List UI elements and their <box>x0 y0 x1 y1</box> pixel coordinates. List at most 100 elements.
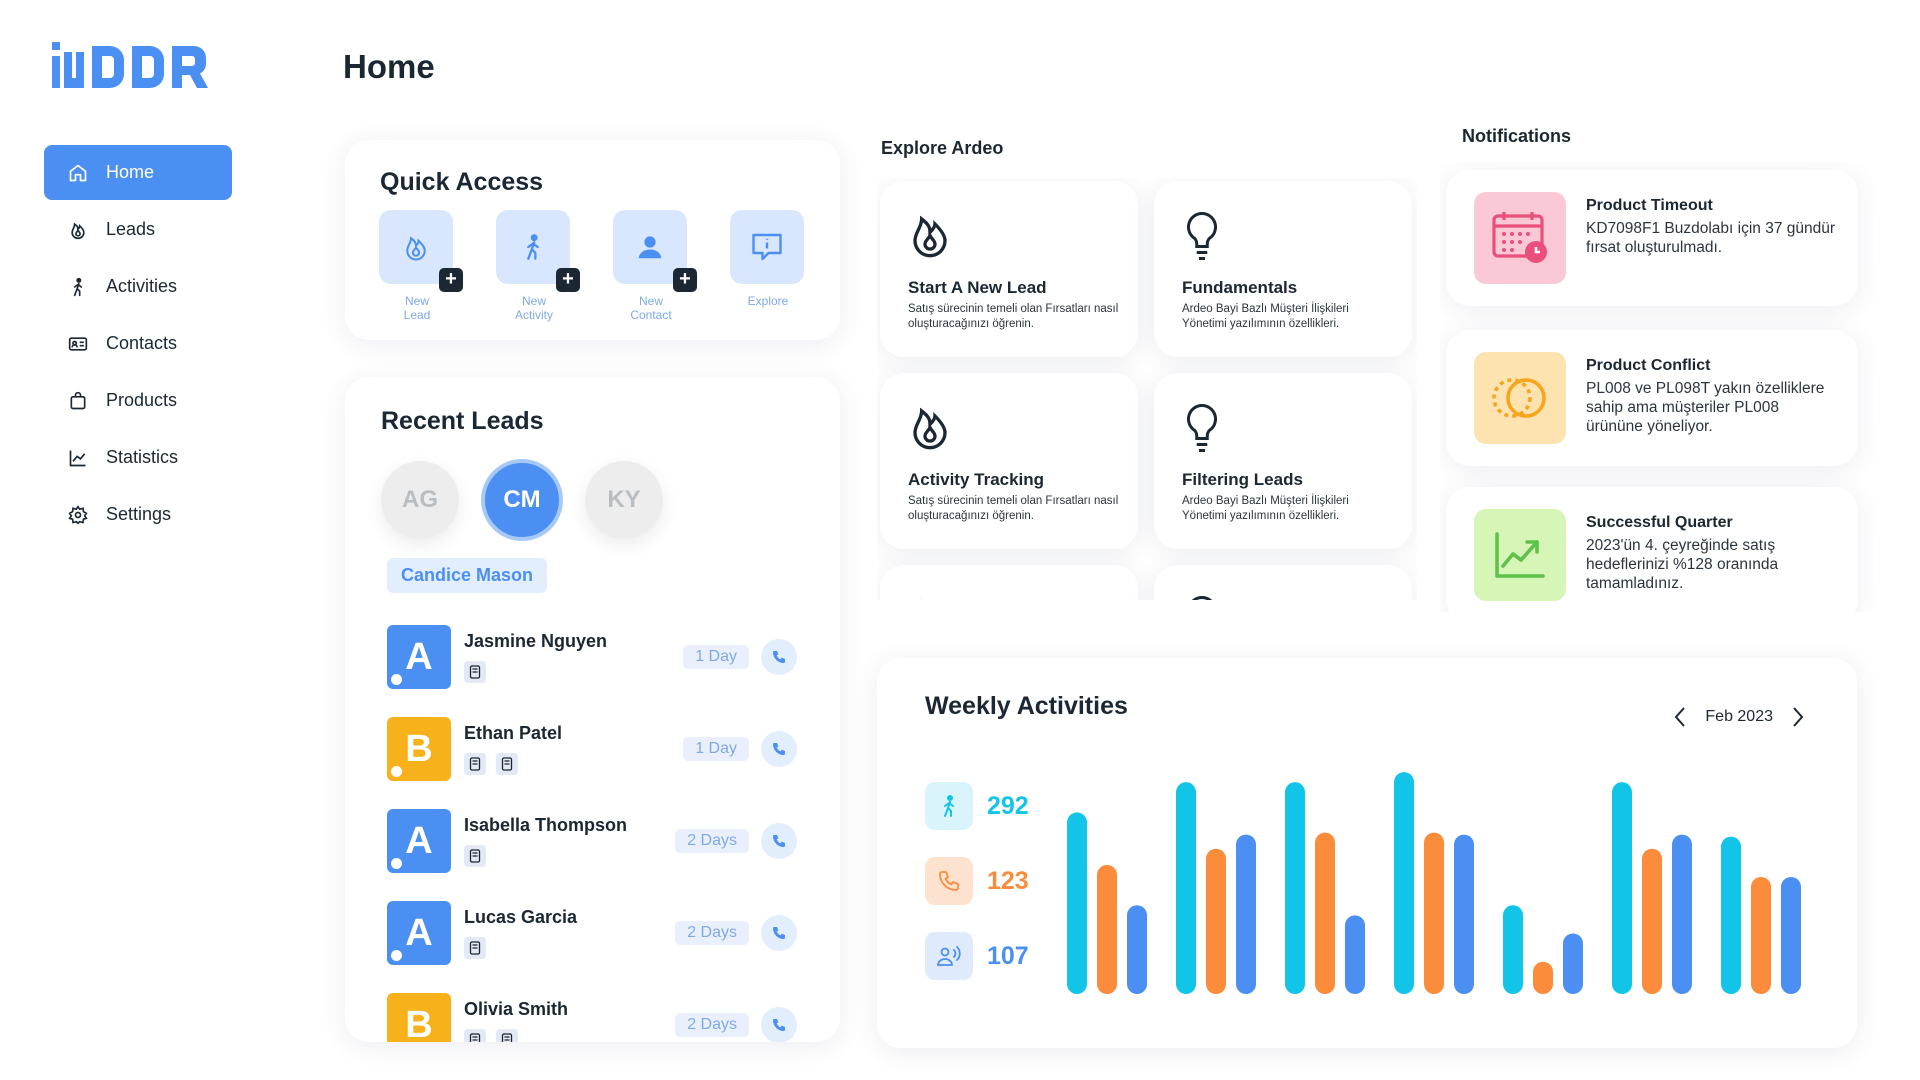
chevron-left-icon[interactable] <box>1673 706 1687 728</box>
lead-initial-badge: A <box>387 901 451 965</box>
contact-card-icon <box>68 336 88 351</box>
document-icon <box>464 753 486 775</box>
lightbulb-icon <box>1187 403 1217 452</box>
stat-meetings: 107 <box>925 932 1029 980</box>
lead-initial-badge: B <box>387 993 451 1042</box>
lead-name: Olivia Smith <box>464 999 569 1019</box>
notification-icon-tile <box>1474 509 1566 601</box>
lead-days-badge: 2 Days <box>675 1013 749 1037</box>
chart-bar <box>1612 782 1632 994</box>
stat-activities: 292 <box>925 782 1029 830</box>
chart-bar <box>1127 905 1147 994</box>
explore-card-title: Activity Tracking <box>908 470 1045 489</box>
sidebar-item-settings[interactable]: Settings <box>44 487 232 542</box>
explore-button[interactable]: Explore <box>730 210 806 308</box>
chart-bar <box>1642 848 1662 994</box>
stat-value: 107 <box>987 941 1029 970</box>
qa-label-line2: Lead <box>403 308 431 322</box>
sidebar-item-statistics[interactable]: Statistics <box>44 430 232 485</box>
lightbulb-icon <box>1191 595 1213 600</box>
document-icon <box>464 661 486 683</box>
stat-value: 292 <box>987 791 1029 820</box>
notification-item[interactable]: Product Timeout KD7098F1 Buzdolabı için … <box>1446 170 1858 306</box>
sidebar-item-contacts[interactable]: Contacts <box>44 316 232 371</box>
call-button[interactable] <box>761 823 797 859</box>
lead-name: Lucas Garcia <box>464 907 578 927</box>
new-lead-button[interactable]: + New Lead <box>379 210 463 322</box>
quick-access-title: Quick Access <box>380 168 544 196</box>
stat-value: 123 <box>987 866 1029 895</box>
chevron-right-icon[interactable] <box>1791 706 1805 728</box>
chart-bar <box>1533 961 1553 994</box>
explore-card-title: Filtering Leads <box>1182 470 1303 489</box>
lead-row[interactable]: A Isabella Thompson 2 Days <box>387 809 797 875</box>
lead-initial-badge: B <box>387 717 451 781</box>
check-icon <box>391 950 402 961</box>
lead-row[interactable]: B Ethan Patel 1 Day <box>387 717 797 783</box>
explore-grid: Start A New Lead Satış sürecinin temeli … <box>877 178 1417 600</box>
sidebar-item-home[interactable]: Home <box>44 145 232 200</box>
sidebar-item-activities[interactable]: Activities <box>44 259 232 314</box>
document-icon <box>496 753 518 775</box>
new-activity-button[interactable]: + New Activity <box>496 210 580 322</box>
lead-name: Jasmine Nguyen <box>464 631 608 651</box>
info-bubble-icon <box>752 233 782 261</box>
calendar-clock-icon <box>1492 212 1547 263</box>
qa-label-line2: Activity <box>514 308 553 322</box>
call-button[interactable] <box>761 1007 797 1042</box>
phone-icon <box>773 835 785 847</box>
chart-bar <box>1751 876 1771 994</box>
sidebar-item-leads[interactable]: Leads <box>44 202 232 257</box>
document-icon <box>464 845 486 867</box>
chart-line-icon <box>69 450 86 466</box>
explore-card-desc: Satış sürecinin temeli olan Fırsatları n… <box>908 495 1119 522</box>
chart-bar <box>1315 832 1335 994</box>
call-button[interactable] <box>761 731 797 767</box>
explore-card[interactable]: Activity Tracking Satış sürecinin temeli… <box>880 373 1138 549</box>
lead-initial: B <box>405 1003 433 1043</box>
page-title: Home <box>343 48 435 85</box>
qa-label-line2: Contact <box>630 308 672 322</box>
recent-leads-title: Recent Leads <box>381 407 544 435</box>
sidebar-item-products[interactable]: Products <box>44 373 232 428</box>
gear-icon <box>68 504 88 525</box>
explore-card[interactable]: Start A New Lead Satış sürecinin temeli … <box>880 181 1138 357</box>
bag-icon <box>70 391 86 409</box>
explore-card[interactable]: Fundamentals Ardeo Bayi Bazlı Müşteri İl… <box>1154 181 1412 357</box>
call-button[interactable] <box>761 639 797 675</box>
lead-row[interactable]: B Olivia Smith 2 Days <box>387 993 797 1042</box>
avatar[interactable]: KY <box>585 461 663 539</box>
plus-icon: + <box>439 268 463 292</box>
phone-icon <box>773 1019 785 1031</box>
qa-label-line1: Explore <box>747 294 789 308</box>
notification-body: 2023'ün 4. çeyreğinde satış hedefleriniz… <box>1586 537 1779 592</box>
lead-name: Isabella Thompson <box>464 815 628 835</box>
notification-title: Product Conflict <box>1586 357 1711 374</box>
new-contact-button[interactable]: + New Contact <box>613 210 697 322</box>
notifications-list: Product Timeout KD7098F1 Buzdolabı için … <box>1440 162 1880 612</box>
notification-title: Successful Quarter <box>1586 514 1733 531</box>
lead-row[interactable]: A Lucas Garcia 2 Days <box>387 901 797 967</box>
chart-bar <box>1454 834 1474 994</box>
notification-item[interactable]: Successful Quarter 2023'ün 4. çeyreğinde… <box>1446 487 1858 612</box>
plus-icon: + <box>556 268 580 292</box>
overlap-circles-icon <box>1492 378 1546 418</box>
chart-bar <box>1067 812 1087 994</box>
notification-icon-tile <box>1474 192 1566 284</box>
explore-card-desc: Ardeo Bayi Bazlı Müşteri İlişkileri Yöne… <box>1182 303 1349 330</box>
explore-card[interactable]: Filtering Leads Ardeo Bayi Bazlı Müşteri… <box>1154 373 1412 549</box>
chart-bar <box>1424 832 1444 994</box>
explore-card[interactable] <box>880 565 1138 600</box>
sidebar-item-label: Leads <box>106 219 156 239</box>
trend-up-icon <box>1495 532 1545 578</box>
chart-bar <box>1345 915 1365 994</box>
avatar-selected[interactable]: CM <box>481 459 563 541</box>
stat-tile <box>925 857 973 905</box>
notification-item[interactable]: Product Conflict PL008 ve PL098T yakın ö… <box>1446 330 1858 466</box>
flame-icon <box>913 215 947 258</box>
call-button[interactable] <box>761 915 797 951</box>
lead-row[interactable]: A Jasmine Nguyen 1 Day <box>387 625 797 691</box>
explore-card[interactable] <box>1154 565 1412 600</box>
chart-bar <box>1394 772 1414 994</box>
avatar[interactable]: AG <box>381 461 459 539</box>
